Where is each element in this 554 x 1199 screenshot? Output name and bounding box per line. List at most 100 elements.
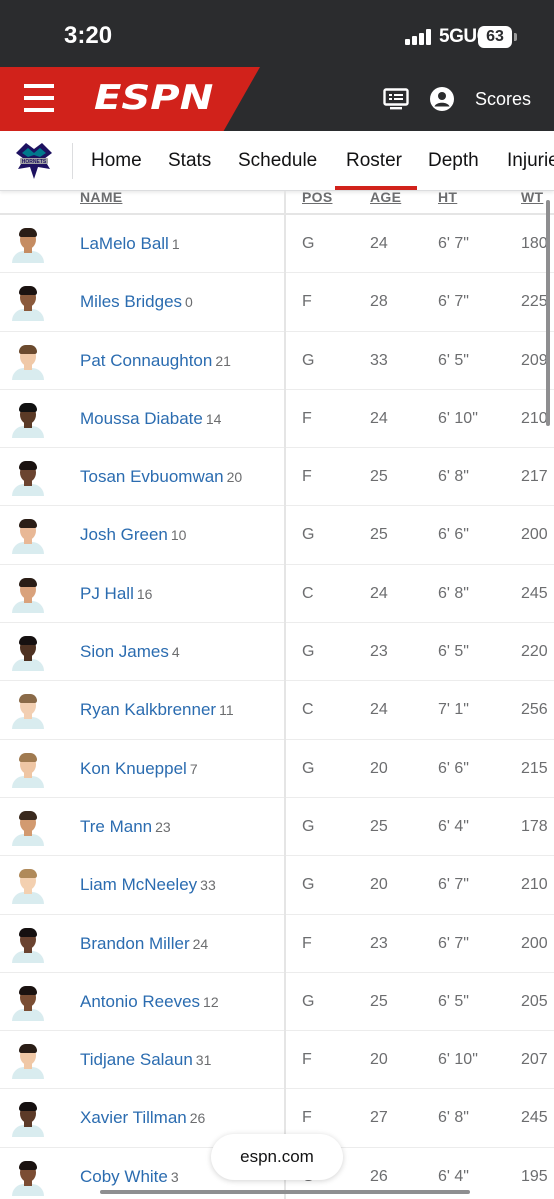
player-name-link[interactable]: Pat Connaughton xyxy=(80,351,212,370)
player-name-link[interactable]: Antonio Reeves xyxy=(80,992,200,1011)
player-headshot[interactable] xyxy=(10,983,46,1021)
player-headshot[interactable] xyxy=(10,1158,46,1196)
age-cell: 23 xyxy=(370,934,388,952)
player-name-link[interactable]: Coby White xyxy=(80,1167,168,1186)
player-name-cell: Josh Green 10 xyxy=(80,525,186,545)
headshot-hair xyxy=(19,1044,37,1054)
headshot-hair xyxy=(19,461,37,471)
column-header-pos[interactable]: POS xyxy=(302,189,332,205)
watch-tv-icon[interactable] xyxy=(383,88,409,110)
table-row[interactable]: Kon Knueppel 7 G 20 6' 6" 215 xyxy=(0,740,554,798)
position-cell: C xyxy=(302,584,314,602)
weight-cell: 256 xyxy=(521,701,548,719)
player-headshot[interactable] xyxy=(10,225,46,263)
player-headshot[interactable] xyxy=(10,866,46,905)
player-name-cell: Tosan Evbuomwan 20 xyxy=(80,467,242,487)
profile-icon[interactable] xyxy=(430,87,454,111)
position-cell: F xyxy=(302,1109,312,1127)
hornets-logo-icon[interactable]: HORNETS xyxy=(12,139,56,183)
column-header-ht[interactable]: HT xyxy=(438,189,457,205)
player-headshot[interactable] xyxy=(10,575,46,613)
age-cell: 20 xyxy=(370,876,388,894)
table-row[interactable]: Tidjane Salaun 31 F 20 6' 10" 207 xyxy=(0,1031,554,1090)
player-name-link[interactable]: Brandon Miller xyxy=(80,934,190,953)
player-headshot[interactable] xyxy=(10,808,46,846)
table-row[interactable]: Pat Connaughton 21 G 33 6' 5" 209 xyxy=(0,332,554,390)
table-row[interactable]: Liam McNeeley 33 G 20 6' 7" 210 xyxy=(0,856,554,915)
weight-cell: 209 xyxy=(521,351,548,369)
weight-cell: 220 xyxy=(521,643,548,661)
column-header-name[interactable]: NAME xyxy=(80,189,122,205)
player-name-cell: Coby White 3 xyxy=(80,1167,179,1187)
table-row[interactable]: LaMelo Ball 1 G 24 6' 7" 180 xyxy=(0,215,554,274)
hamburger-menu-icon[interactable] xyxy=(24,84,54,112)
tab-schedule[interactable]: Schedule xyxy=(238,150,317,172)
tab-injuries[interactable]: Injuries xyxy=(507,150,554,172)
player-headshot[interactable] xyxy=(10,1041,46,1080)
scores-link[interactable]: Scores xyxy=(475,89,531,110)
position-cell: G xyxy=(302,817,315,835)
height-cell: 6' 4" xyxy=(438,817,469,835)
player-name-link[interactable]: Miles Bridges xyxy=(80,292,182,311)
weight-cell: 195 xyxy=(521,1167,548,1185)
player-headshot[interactable] xyxy=(10,400,46,438)
table-row[interactable]: Sion James 4 G 23 6' 5" 220 xyxy=(0,623,554,682)
player-headshot[interactable] xyxy=(10,1099,46,1138)
browser-url-pill[interactable]: espn.com xyxy=(211,1134,343,1180)
height-cell: 6' 4" xyxy=(438,1167,469,1185)
tab-stats[interactable]: Stats xyxy=(168,150,211,172)
player-name-link[interactable]: LaMelo Ball xyxy=(80,234,169,253)
player-headshot[interactable] xyxy=(10,691,46,730)
player-headshot[interactable] xyxy=(10,342,46,380)
player-headshot[interactable] xyxy=(10,458,46,497)
table-row[interactable]: Tre Mann 23 G 25 6' 4" 178 xyxy=(0,798,554,857)
table-row[interactable]: Miles Bridges 0 F 28 6' 7" 225 xyxy=(0,273,554,332)
height-cell: 6' 5" xyxy=(438,351,469,369)
battery-icon: 63 xyxy=(478,26,512,48)
player-name-cell: Brandon Miller 24 xyxy=(80,934,208,954)
player-name-link[interactable]: Moussa Diabate xyxy=(80,409,203,428)
headshot-hair xyxy=(19,344,37,354)
player-headshot[interactable] xyxy=(10,516,46,555)
vertical-scrollbar[interactable] xyxy=(546,200,550,426)
table-row[interactable]: Antonio Reeves 12 G 25 6' 5" 205 xyxy=(0,973,554,1032)
player-headshot[interactable] xyxy=(10,283,46,322)
player-name-link[interactable]: Ryan Kalkbrenner xyxy=(80,700,216,719)
player-headshot[interactable] xyxy=(10,633,46,672)
table-row[interactable]: PJ Hall 16 C 24 6' 8" 245 xyxy=(0,565,554,624)
horizontal-scrollbar[interactable] xyxy=(100,1190,470,1194)
player-name-cell: Liam McNeeley 33 xyxy=(80,875,216,895)
player-name-cell: Ryan Kalkbrenner 11 xyxy=(80,700,234,720)
tab-roster[interactable]: Roster xyxy=(346,150,402,172)
position-cell: G xyxy=(302,992,315,1010)
player-name-link[interactable]: Tosan Evbuomwan xyxy=(80,467,224,486)
player-name-link[interactable]: PJ Hall xyxy=(80,584,134,603)
player-headshot[interactable] xyxy=(10,925,46,963)
table-row[interactable]: Tosan Evbuomwan 20 F 25 6' 8" 217 xyxy=(0,448,554,507)
player-name-link[interactable]: Liam McNeeley xyxy=(80,875,197,894)
table-row[interactable]: Ryan Kalkbrenner 11 C 24 7' 1" 256 xyxy=(0,681,554,740)
tab-depth[interactable]: Depth xyxy=(428,150,479,172)
column-header-wt[interactable]: WT xyxy=(521,189,543,205)
position-cell: G xyxy=(302,351,315,369)
player-name-link[interactable]: Xavier Tillman xyxy=(80,1108,187,1127)
player-name-link[interactable]: Tidjane Salaun xyxy=(80,1050,193,1069)
player-name-link[interactable]: Kon Knueppel xyxy=(80,759,187,778)
headshot-hair xyxy=(19,1102,37,1112)
position-cell: F xyxy=(302,293,312,311)
player-headshot[interactable] xyxy=(10,750,46,788)
espn-logo[interactable]: ESPN xyxy=(94,78,213,118)
height-cell: 6' 10" xyxy=(438,409,478,427)
tab-home[interactable]: Home xyxy=(91,150,142,172)
player-name-cell: Moussa Diabate 14 xyxy=(80,409,221,429)
table-row[interactable]: Brandon Miller 24 F 23 6' 7" 200 xyxy=(0,915,554,973)
player-name-link[interactable]: Josh Green xyxy=(80,525,168,544)
player-name-link[interactable]: Tre Mann xyxy=(80,817,152,836)
column-header-age[interactable]: AGE xyxy=(370,189,401,205)
table-row[interactable]: Josh Green 10 G 25 6' 6" 200 xyxy=(0,506,554,565)
jersey-number: 26 xyxy=(189,1110,206,1127)
table-row[interactable]: Moussa Diabate 14 F 24 6' 10" 210 xyxy=(0,390,554,449)
height-cell: 6' 10" xyxy=(438,1051,478,1069)
player-name-link[interactable]: Sion James xyxy=(80,642,169,661)
age-cell: 23 xyxy=(370,643,388,661)
